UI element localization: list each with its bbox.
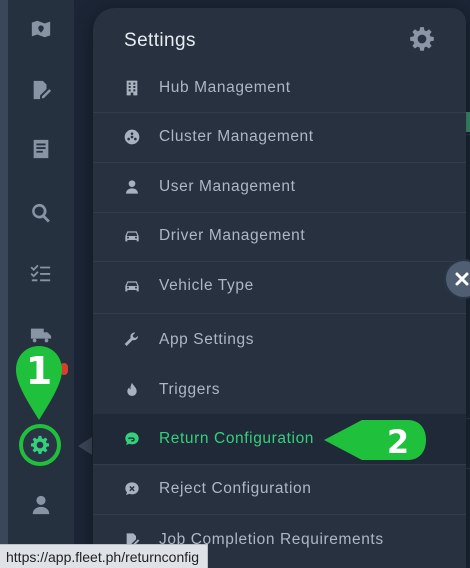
menu-item-label: Driver Management [159,227,306,244]
menu-item-label: App Settings [159,331,255,348]
cluster-icon [123,128,141,146]
checklist-icon[interactable] [28,260,54,286]
menu-item-driver-management[interactable]: Driver Management [93,211,466,261]
search-icon[interactable] [28,200,54,226]
status-bar-url: https://app.fleet.ph/returnconfig [0,544,209,568]
menu-item-reject-configuration[interactable]: Reject Configuration [93,464,466,514]
panel-title: Settings [124,30,196,51]
menu-item-vehicle-type[interactable]: Vehicle Type [93,261,466,311]
user-icon [123,178,141,196]
active-pointer [78,437,92,455]
menu-item-label: Hub Management [159,79,291,96]
background-badge [466,112,470,132]
menu-item-label: Triggers [159,381,221,398]
menu-item-triggers[interactable]: Triggers [93,365,466,415]
gear-icon [30,435,50,454]
menu-item-label: User Management [159,178,296,195]
return-chat-icon [123,430,141,448]
sidebar-nav [8,0,74,568]
car-icon [123,277,141,295]
menu-item-app-settings[interactable]: App Settings [93,315,466,365]
user-icon[interactable] [28,492,54,518]
step-1-label: 1 [26,349,52,393]
menu-item-hub-management[interactable]: Hub Management [93,63,466,113]
settings-panel: Settings Hub Management Cluster Manageme… [93,8,466,568]
window-edge [0,0,8,568]
step-1-callout: 1 [16,346,62,420]
menu-item-user-management[interactable]: User Management [93,162,466,212]
wrench-icon [123,331,141,349]
menu-item-label: Return Configuration [159,430,315,447]
menu-divider [93,313,466,314]
menu-item-label: Reject Configuration [159,480,312,497]
step-2-callout: 2 [324,420,426,461]
gear-icon[interactable] [409,26,435,52]
flame-icon [123,381,141,399]
menu-item-label: Cluster Management [159,128,314,145]
menu-item-cluster-management[interactable]: Cluster Management [93,112,466,162]
step-2-label: 2 [387,423,409,461]
receipt-icon[interactable] [28,136,54,162]
car-icon [123,227,141,245]
edit-document-icon[interactable] [28,77,54,103]
menu-item-label: Vehicle Type [159,277,254,294]
reject-chat-icon [123,480,141,498]
map-icon[interactable] [28,16,54,42]
close-icon [455,272,469,286]
building-icon [123,79,141,97]
settings-nav-button[interactable] [19,424,61,466]
